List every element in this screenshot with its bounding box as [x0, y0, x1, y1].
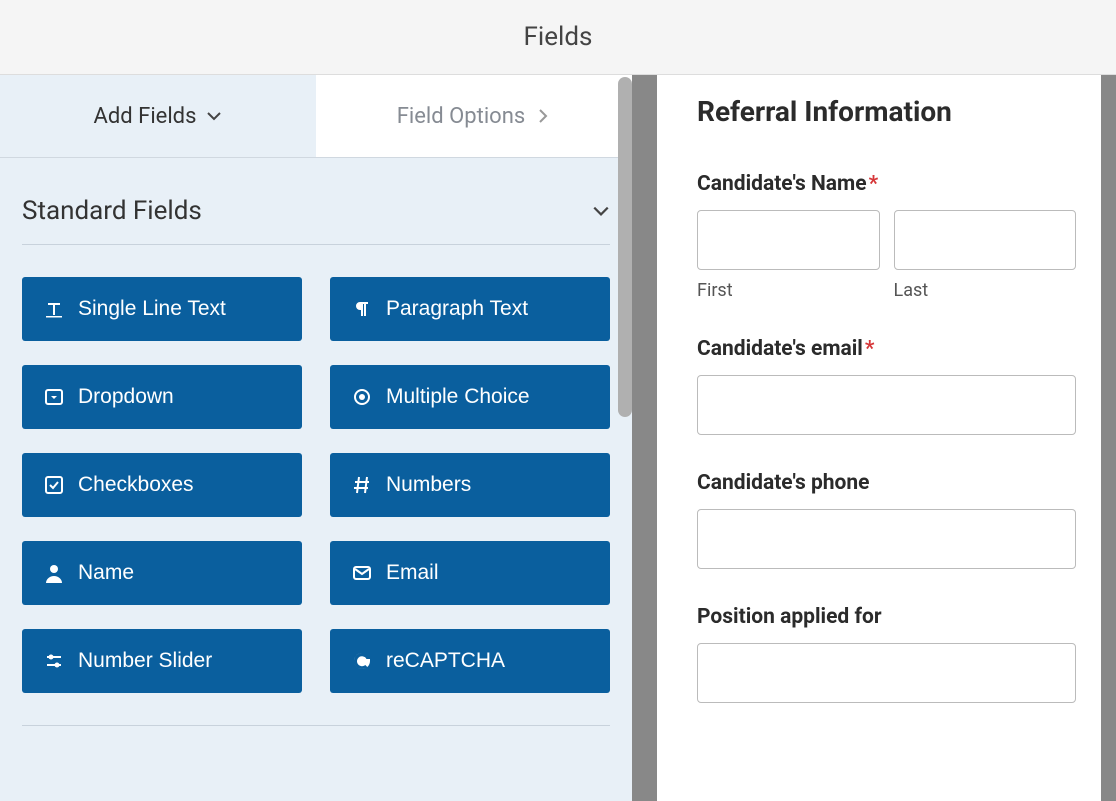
check-icon [44, 475, 64, 495]
tab-label: Field Options [397, 104, 525, 129]
group-position: Position applied for [697, 605, 1076, 703]
field-name[interactable]: Name [22, 541, 302, 605]
required-marker: * [869, 172, 879, 196]
form-title: Referral Information [697, 95, 1076, 128]
group-candidate-phone: Candidate's phone [697, 471, 1076, 569]
mail-icon [352, 563, 372, 583]
field-label: Email [386, 561, 439, 585]
field-label: Name [78, 561, 134, 585]
field-checkboxes[interactable]: Checkboxes [22, 453, 302, 517]
panel-gutter [632, 75, 657, 801]
left-scrollbar[interactable] [618, 77, 632, 417]
right-scrollbar[interactable] [1101, 75, 1116, 801]
field-single-line-text[interactable]: Single Line Text [22, 277, 302, 341]
sublabel-first: First [697, 280, 880, 301]
tab-label: Add Fields [94, 104, 197, 129]
group-candidate-name: Candidate's Name* First Last [697, 172, 1076, 301]
label-position: Position applied for [697, 605, 1076, 629]
field-label: Dropdown [78, 385, 174, 409]
google-icon [352, 651, 372, 671]
label-candidate-phone: Candidate's phone [697, 471, 1076, 495]
hash-icon [352, 475, 372, 495]
group-candidate-email: Candidate's email* [697, 337, 1076, 435]
dropdown-icon [44, 387, 64, 407]
field-label: Checkboxes [78, 473, 194, 497]
input-position[interactable] [697, 643, 1076, 703]
field-email[interactable]: Email [330, 541, 610, 605]
field-recaptcha[interactable]: reCAPTCHA [330, 629, 610, 693]
tab-field-options[interactable]: Field Options [316, 75, 632, 157]
chevron-right-icon [535, 108, 551, 124]
divider [22, 725, 610, 726]
right-panel: Referral Information Candidate's Name* F… [657, 75, 1116, 801]
field-grid: Single Line Text Paragraph Text Dropdown… [0, 245, 632, 725]
panel-tabs: Add Fields Field Options [0, 75, 632, 158]
field-label: Paragraph Text [386, 297, 528, 321]
field-label: Single Line Text [78, 297, 226, 321]
input-candidate-email[interactable] [697, 375, 1076, 435]
sublabel-last: Last [894, 280, 1077, 301]
field-label: reCAPTCHA [386, 649, 505, 673]
radio-icon [352, 387, 372, 407]
text-icon [44, 299, 64, 319]
section-standard-header[interactable]: Standard Fields [0, 158, 632, 244]
chevron-down-icon [206, 108, 222, 124]
field-dropdown[interactable]: Dropdown [22, 365, 302, 429]
field-number-slider[interactable]: Number Slider [22, 629, 302, 693]
field-multiple-choice[interactable]: Multiple Choice [330, 365, 610, 429]
input-candidate-phone[interactable] [697, 509, 1076, 569]
field-label: Number Slider [78, 649, 212, 673]
input-last-name[interactable] [894, 210, 1077, 270]
field-label: Numbers [386, 473, 471, 497]
section-title: Standard Fields [22, 196, 202, 226]
label-candidate-email: Candidate's email* [697, 337, 1076, 361]
main-area: Add Fields Field Options Standard Fields… [0, 75, 1116, 801]
user-icon [44, 563, 64, 583]
slider-icon [44, 651, 64, 671]
field-paragraph-text[interactable]: Paragraph Text [330, 277, 610, 341]
left-panel: Add Fields Field Options Standard Fields… [0, 75, 632, 801]
tab-add-fields[interactable]: Add Fields [0, 75, 316, 157]
required-marker: * [865, 337, 875, 361]
page-title: Fields [524, 22, 593, 52]
input-first-name[interactable] [697, 210, 880, 270]
chevron-down-icon [592, 202, 610, 220]
field-label: Multiple Choice [386, 385, 530, 409]
paragraph-icon [352, 299, 372, 319]
top-bar: Fields [0, 0, 1116, 75]
field-numbers[interactable]: Numbers [330, 453, 610, 517]
label-candidate-name: Candidate's Name* [697, 172, 1076, 196]
